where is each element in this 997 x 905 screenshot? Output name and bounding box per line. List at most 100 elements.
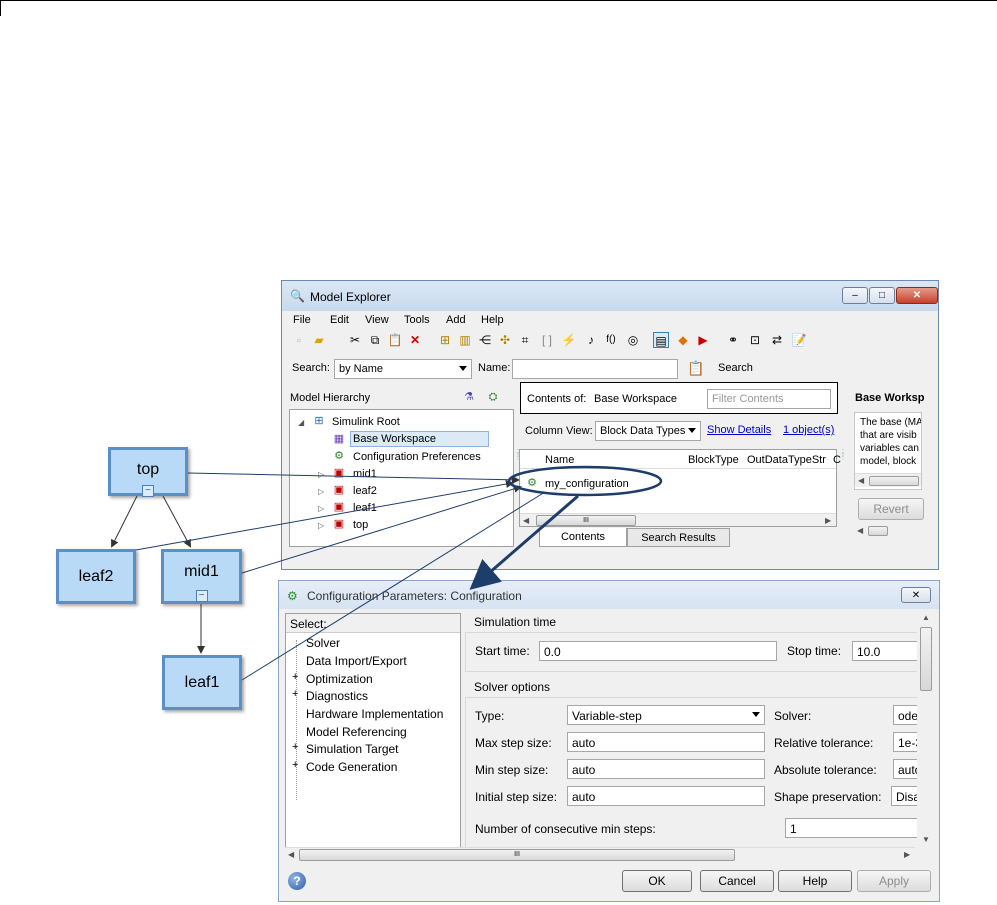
absolute-tolerance-input[interactable]: auto [893, 759, 917, 779]
solver-type-select[interactable]: Variable-step [567, 705, 765, 725]
tree-item-code-generation[interactable]: Code Generation [306, 760, 397, 774]
scroll-right-icon[interactable]: ▶ [825, 516, 831, 525]
consecutive-min-steps-input[interactable]: 1 [785, 818, 917, 838]
tree-item-diagnostics[interactable]: Diagnostics [306, 689, 368, 703]
bus-icon[interactable]: ⋲ [477, 332, 493, 348]
tree-filter-icon[interactable]: ⛭ [486, 390, 500, 404]
scroll-right-icon[interactable]: ▶ [904, 850, 910, 859]
scroll-left-icon[interactable]: ◀ [858, 476, 864, 485]
search-icon[interactable]: 📋 [687, 361, 704, 375]
port-icon[interactable]: ⌗ [517, 332, 533, 348]
config-horizontal-scrollbar[interactable]: ◀ III ▶ [285, 847, 915, 861]
table-row[interactable]: my_configuration [545, 478, 629, 490]
tree-item-leaf2[interactable]: leaf2 [353, 485, 377, 497]
min-step-input[interactable]: auto [567, 759, 765, 779]
dialog-view-icon[interactable]: ▤ [653, 332, 669, 348]
show-details-link[interactable]: Show Details [707, 424, 771, 436]
event-icon[interactable]: ⚡ [561, 332, 577, 348]
tree-item-data-import-export[interactable]: Data Import/Export [306, 654, 407, 668]
link-icon[interactable]: ⚭ [725, 332, 741, 348]
simulink-icon[interactable]: ▶ [695, 332, 711, 348]
scroll-left-icon[interactable]: ◀ [523, 516, 529, 525]
paste-icon[interactable]: 📋 [387, 332, 403, 348]
revert-button[interactable]: Revert [858, 498, 924, 520]
start-time-input[interactable]: 0.0 [539, 641, 777, 661]
column-header-outdatatypestr[interactable]: OutDataTypeStr [747, 454, 826, 466]
expand-plus-icon[interactable]: + [292, 671, 298, 683]
table-horizontal-scrollbar[interactable]: ◀ III ▶ [520, 513, 836, 526]
collapse-icon[interactable]: − [142, 485, 154, 497]
tab-search-results[interactable]: Search Results [627, 528, 730, 547]
initial-step-input[interactable]: auto [567, 786, 765, 806]
settings-vertical-scrollbar[interactable]: ▲ ▼ [919, 611, 933, 849]
cut-icon[interactable]: ✂ [347, 332, 363, 348]
column-view-select[interactable]: Block Data Types [595, 421, 701, 441]
menu-view[interactable]: View [365, 314, 389, 326]
ok-button[interactable]: OK [622, 870, 692, 892]
menu-tools[interactable]: Tools [404, 314, 430, 326]
expand-arrow[interactable]: ▷ [318, 504, 324, 513]
scroll-left-icon[interactable]: ◀ [857, 526, 863, 535]
expand-arrow[interactable]: ▷ [318, 487, 324, 496]
tree-item-base-workspace[interactable]: Base Workspace [353, 433, 436, 445]
scroll-thumb[interactable]: III [299, 849, 735, 861]
column-header-name[interactable]: Name [545, 454, 574, 466]
help-circle-icon[interactable]: ? [288, 872, 306, 890]
menu-add[interactable]: Add [446, 314, 466, 326]
scroll-up-icon[interactable]: ▲ [922, 613, 930, 622]
new-icon[interactable]: ▫ [291, 332, 307, 348]
tree-item-leaf1[interactable]: leaf1 [353, 502, 377, 514]
fit-icon[interactable]: ⊡ [747, 332, 763, 348]
config-params-titlebar[interactable]: ⚙ Configuration Parameters: Configuratio… [279, 581, 939, 609]
scroll-thumb[interactable] [868, 526, 888, 536]
collapse-icon[interactable]: − [195, 590, 208, 602]
tree-item-simulation-target[interactable]: Simulation Target [306, 742, 399, 756]
menu-file[interactable]: File [293, 314, 311, 326]
report-icon[interactable]: 📝 [791, 332, 807, 348]
splitter-grip[interactable]: ⋮ ⋮ [514, 449, 522, 461]
apply-button[interactable]: Apply [857, 870, 931, 892]
minimize-button[interactable]: – [842, 287, 868, 304]
dialog-pane-scrollbar[interactable]: ◀ [855, 473, 921, 487]
delete-icon[interactable]: ✕ [407, 332, 423, 348]
scroll-thumb[interactable] [920, 627, 932, 691]
scroll-left-icon[interactable]: ◀ [288, 850, 294, 859]
expand-plus-icon[interactable]: + [292, 759, 298, 771]
node-mid1[interactable]: mid1 − [161, 549, 242, 604]
object-count-link[interactable]: 1 object(s) [783, 424, 834, 436]
menu-help[interactable]: Help [481, 314, 504, 326]
tree-item-simulink-root[interactable]: Simulink Root [332, 416, 400, 428]
splitter-grip[interactable]: ⋮ ⋮ [839, 449, 847, 461]
matrix-icon[interactable]: [ ] [539, 332, 555, 348]
tree-item-mid1[interactable]: mid1 [353, 468, 377, 480]
search-button[interactable]: Search [718, 362, 753, 374]
help-button[interactable]: Help [778, 870, 852, 892]
tab-contents[interactable]: Contents [539, 528, 627, 547]
solver-select[interactable]: ode [893, 705, 917, 725]
max-step-input[interactable]: auto [567, 732, 765, 752]
tree-item-model-referencing[interactable]: Model Referencing [306, 725, 407, 739]
expand-plus-icon[interactable]: + [292, 741, 298, 753]
scroll-down-icon[interactable]: ▼ [922, 835, 930, 844]
model-explorer-titlebar[interactable]: 🔍 Model Explorer – □ ✕ [282, 281, 938, 311]
tree-item-configuration-preferences[interactable]: Configuration Preferences [353, 451, 481, 463]
stop-time-input[interactable]: 10.0 [852, 641, 917, 661]
dialog-pane-bottom-scrollbar[interactable]: ◀ [854, 524, 922, 538]
expand-plus-icon[interactable]: + [292, 688, 298, 700]
menu-edit[interactable]: Edit [330, 314, 349, 326]
relative-tolerance-input[interactable]: 1e-3 [893, 732, 917, 752]
tree-tool-icon[interactable]: ⚗ [462, 390, 476, 404]
column-header-blocktype[interactable]: BlockType [688, 454, 739, 466]
target-icon[interactable]: ◎ [625, 332, 641, 348]
swap-icon[interactable]: ⇄ [769, 332, 785, 348]
search-mode-select[interactable]: by Name [334, 359, 472, 379]
node-leaf1[interactable]: leaf1 [162, 655, 242, 710]
close-button[interactable]: ✕ [901, 587, 931, 603]
function-icon[interactable]: f() [603, 332, 619, 348]
node-top[interactable]: top − [108, 447, 188, 497]
name-input[interactable] [512, 359, 678, 379]
shape-preservation-select[interactable]: Disa [891, 786, 917, 806]
expand-arrow[interactable]: ▷ [318, 521, 324, 530]
close-button[interactable]: ✕ [896, 287, 938, 304]
scroll-thumb[interactable] [869, 476, 919, 486]
